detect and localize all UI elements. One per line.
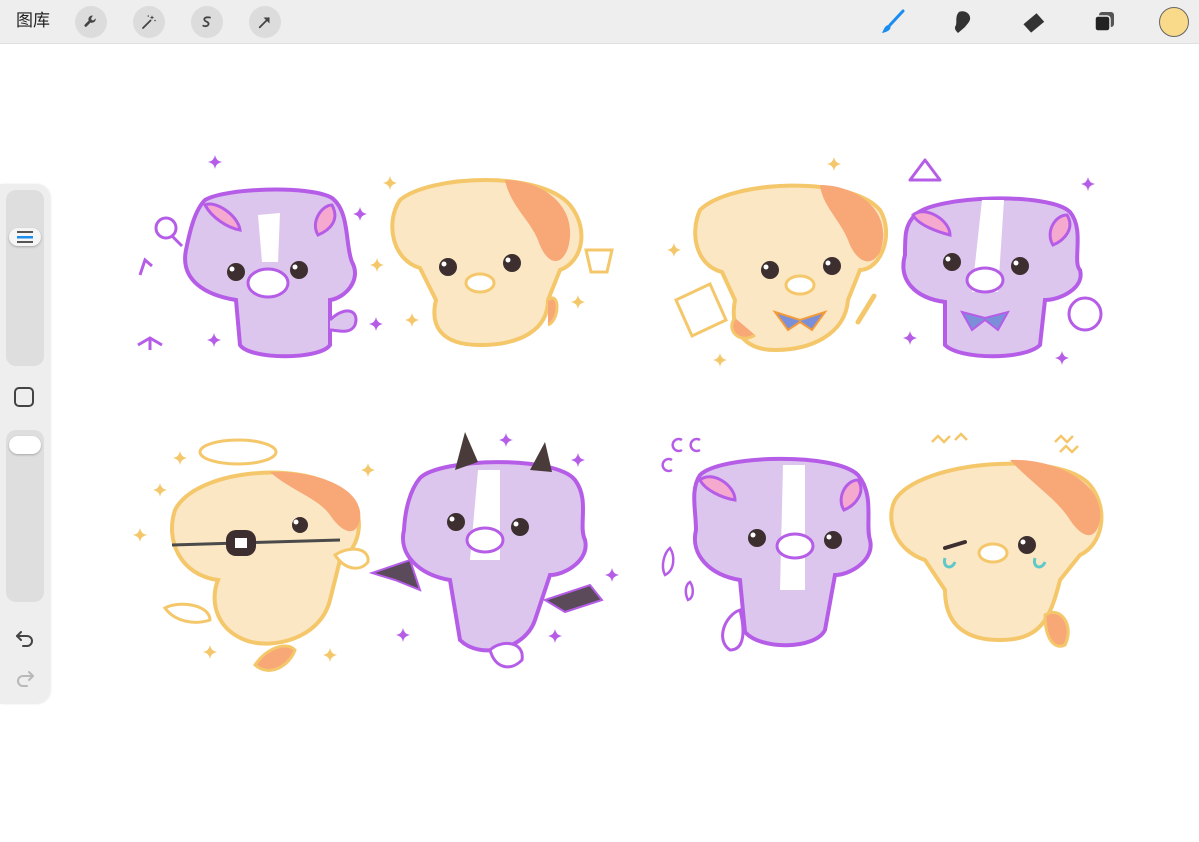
character-purple-dog-surprised	[661, 437, 873, 652]
eraser-icon	[1023, 13, 1045, 33]
character-purple-dog-singing	[137, 155, 383, 359]
drawing-canvas[interactable]	[0, 44, 1199, 838]
transform-button[interactable]	[249, 6, 281, 38]
color-picker-swatch[interactable]	[1159, 7, 1189, 37]
transform-arrow-icon	[258, 17, 270, 29]
character-purple-dog-devil	[368, 432, 619, 669]
character-purple-dog-riceball	[901, 158, 1103, 365]
adjustments-button[interactable]	[133, 6, 165, 38]
gallery-button[interactable]: 图库	[16, 10, 50, 32]
character-yellow-dog-angel	[133, 438, 375, 672]
smudge-icon	[954, 11, 971, 33]
actions-button[interactable]	[75, 6, 107, 38]
smudge-tool-button[interactable]	[945, 4, 981, 40]
layers-button[interactable]	[1086, 4, 1122, 40]
character-yellow-dog-cupcake	[370, 176, 614, 348]
character-yellow-dog-crying	[889, 432, 1104, 648]
eraser-tool-button[interactable]	[1016, 4, 1052, 40]
top-toolbar: 图库	[0, 0, 1199, 44]
brush-tool-button[interactable]	[875, 4, 911, 40]
layers-icon	[1094, 12, 1114, 32]
selection-icon	[202, 16, 211, 28]
wrench-icon	[84, 15, 96, 27]
sticker-artwork	[133, 155, 1104, 672]
brush-icon	[882, 9, 905, 33]
character-yellow-dog-notebook	[667, 157, 889, 367]
magic-wand-icon	[142, 15, 156, 29]
selection-button[interactable]	[191, 6, 223, 38]
